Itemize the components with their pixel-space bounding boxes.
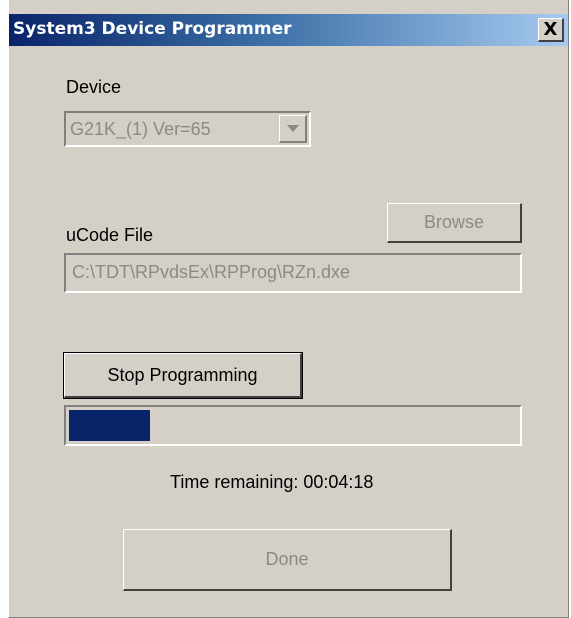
- time-remaining-text: Time remaining: 00:04:18: [170, 472, 374, 492]
- device-label: Device: [66, 77, 122, 97]
- progress-track: [69, 410, 517, 441]
- programmer-dialog: System3 Device Programmer X Device G21K_…: [8, 0, 569, 618]
- device-select[interactable]: G21K_(1) Ver=65: [64, 111, 311, 147]
- device-select-value: G21K_(1) Ver=65: [70, 119, 211, 139]
- chevron-down-icon: [287, 125, 299, 132]
- close-icon: X: [543, 18, 558, 40]
- stop-programming-button[interactable]: Stop Programming: [63, 352, 303, 399]
- device-dropdown-button[interactable]: [279, 115, 307, 143]
- ucode-file-path: C:\TDT\RPvdsEx\RPProg\RZn.dxe: [72, 262, 351, 282]
- window-title: System3 Device Programmer: [13, 19, 292, 39]
- progress-fill: [69, 410, 150, 441]
- browse-button[interactable]: Browse: [387, 203, 522, 243]
- programming-progress-bar: [64, 405, 522, 446]
- ucode-file-field[interactable]: C:\TDT\RPvdsEx\RPProg\RZn.dxe: [64, 253, 522, 293]
- close-button[interactable]: X: [538, 18, 564, 42]
- ucode-file-label: uCode File: [66, 225, 154, 245]
- title-bar[interactable]: System3 Device Programmer X: [9, 14, 568, 46]
- done-button[interactable]: Done: [123, 529, 452, 591]
